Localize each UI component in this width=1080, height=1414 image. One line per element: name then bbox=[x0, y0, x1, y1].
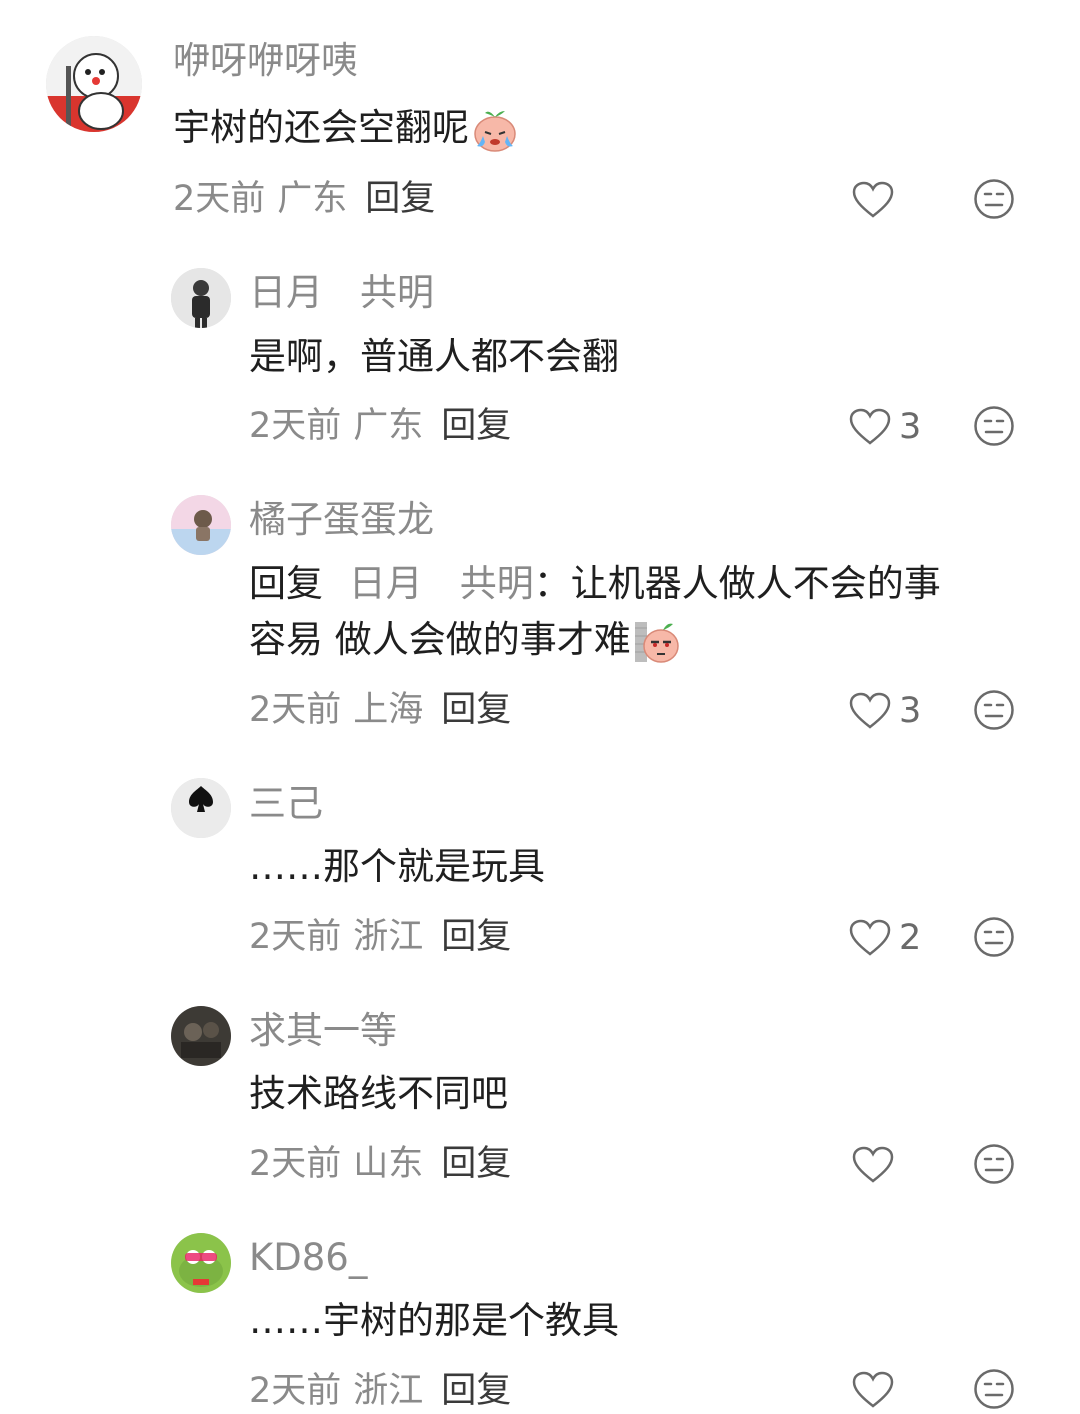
comment-text: 是啊，普通人都不会翻 bbox=[249, 335, 619, 378]
like-button[interactable]: 3 bbox=[849, 405, 921, 449]
dislike-button[interactable] bbox=[973, 178, 1015, 220]
avatar[interactable] bbox=[46, 36, 142, 132]
comment-location: 广东 bbox=[353, 406, 424, 446]
heart-icon bbox=[852, 1371, 894, 1408]
reply-button[interactable]: 回复 bbox=[441, 1144, 511, 1184]
avatar[interactable] bbox=[171, 495, 231, 555]
peeking-peach-emoji-icon bbox=[633, 618, 681, 666]
reply-button[interactable]: 回复 bbox=[441, 1371, 511, 1411]
like-button[interactable] bbox=[852, 1143, 902, 1187]
like-button[interactable] bbox=[852, 178, 902, 222]
dislike-button[interactable] bbox=[973, 1143, 1015, 1185]
heart-icon bbox=[849, 408, 891, 445]
comment-meta: 2天前 上海 回复 bbox=[249, 693, 511, 728]
comment-text: ……那个就是玩具 bbox=[249, 845, 545, 888]
like-button[interactable]: 3 bbox=[849, 689, 921, 733]
reply-button[interactable]: 回复 bbox=[365, 179, 435, 219]
comment-time: 2天前 bbox=[249, 917, 342, 957]
comment-text: 回复 日月 共明：让机器人做人不会的事 bbox=[249, 556, 941, 612]
comment-location: 浙江 bbox=[353, 917, 424, 957]
username[interactable]: 求其一等 bbox=[249, 1012, 397, 1049]
comment-location: 上海 bbox=[353, 690, 424, 730]
heart-icon bbox=[849, 692, 891, 729]
comment-time: 2天前 bbox=[249, 690, 342, 730]
username[interactable]: 三己 bbox=[249, 785, 323, 822]
crying-peach-emoji-icon bbox=[471, 106, 519, 154]
comment-meta: 2天前 广东 回复 bbox=[173, 182, 435, 217]
comment-text-continued: 容易 做人会做的事才难 bbox=[249, 612, 681, 668]
meh-face-icon bbox=[974, 1369, 1014, 1409]
comment-text-line2: 容易 做人会做的事才难 bbox=[249, 618, 631, 661]
dislike-button[interactable] bbox=[973, 405, 1015, 447]
comment-meta: 2天前 广东 回复 bbox=[249, 409, 511, 444]
comment-time: 2天前 bbox=[173, 179, 266, 219]
comment-text-content: 宇树的还会空翻呢 bbox=[173, 106, 469, 149]
username[interactable]: KD86_ bbox=[249, 1239, 367, 1276]
dislike-button[interactable] bbox=[973, 916, 1015, 958]
meh-face-icon bbox=[974, 406, 1014, 446]
reply-button[interactable]: 回复 bbox=[441, 406, 511, 446]
meh-face-icon bbox=[974, 690, 1014, 730]
meh-face-icon bbox=[974, 1144, 1014, 1184]
comment-meta: 2天前 浙江 回复 bbox=[249, 1374, 511, 1409]
heart-icon bbox=[852, 1146, 894, 1183]
comment-meta: 2天前 浙江 回复 bbox=[249, 920, 511, 955]
heart-icon bbox=[849, 919, 891, 956]
username[interactable]: 咿呀咿呀咦 bbox=[173, 42, 358, 79]
comment-location: 浙江 bbox=[353, 1371, 424, 1411]
dislike-button[interactable] bbox=[973, 1368, 1015, 1410]
comment-text: ……宇树的那是个教具 bbox=[249, 1299, 619, 1342]
heart-icon bbox=[852, 181, 894, 218]
reply-button[interactable]: 回复 bbox=[441, 690, 511, 730]
comment-time: 2天前 bbox=[249, 1144, 342, 1184]
comment-text-line1: ：让机器人做人不会的事 bbox=[533, 562, 941, 605]
like-count: 3 bbox=[899, 690, 922, 731]
comment-location: 广东 bbox=[277, 179, 348, 219]
avatar[interactable] bbox=[171, 1233, 231, 1293]
comment-meta: 2天前 山东 回复 bbox=[249, 1147, 511, 1182]
meh-face-icon bbox=[974, 917, 1014, 957]
dislike-button[interactable] bbox=[973, 689, 1015, 731]
reply-target-username[interactable]: 日月 共明 bbox=[349, 562, 534, 605]
avatar[interactable] bbox=[171, 1006, 231, 1066]
like-button[interactable] bbox=[852, 1368, 902, 1412]
avatar[interactable] bbox=[171, 268, 231, 328]
comment-location: 山东 bbox=[353, 1144, 424, 1184]
like-button[interactable]: 2 bbox=[849, 916, 921, 960]
comment-time: 2天前 bbox=[249, 1371, 342, 1411]
comment-text: 技术路线不同吧 bbox=[249, 1072, 508, 1115]
meh-face-icon bbox=[974, 179, 1014, 219]
username[interactable]: 橘子蛋蛋龙 bbox=[249, 501, 434, 538]
reply-prefix: 回复 bbox=[249, 562, 323, 605]
comment-text: 宇树的还会空翻呢 bbox=[173, 100, 519, 156]
username[interactable]: 日月 共明 bbox=[249, 274, 434, 311]
comment-time: 2天前 bbox=[249, 406, 342, 446]
avatar[interactable] bbox=[171, 778, 231, 838]
like-count: 2 bbox=[899, 917, 922, 958]
reply-button[interactable]: 回复 bbox=[441, 917, 511, 957]
like-count: 3 bbox=[899, 406, 922, 447]
